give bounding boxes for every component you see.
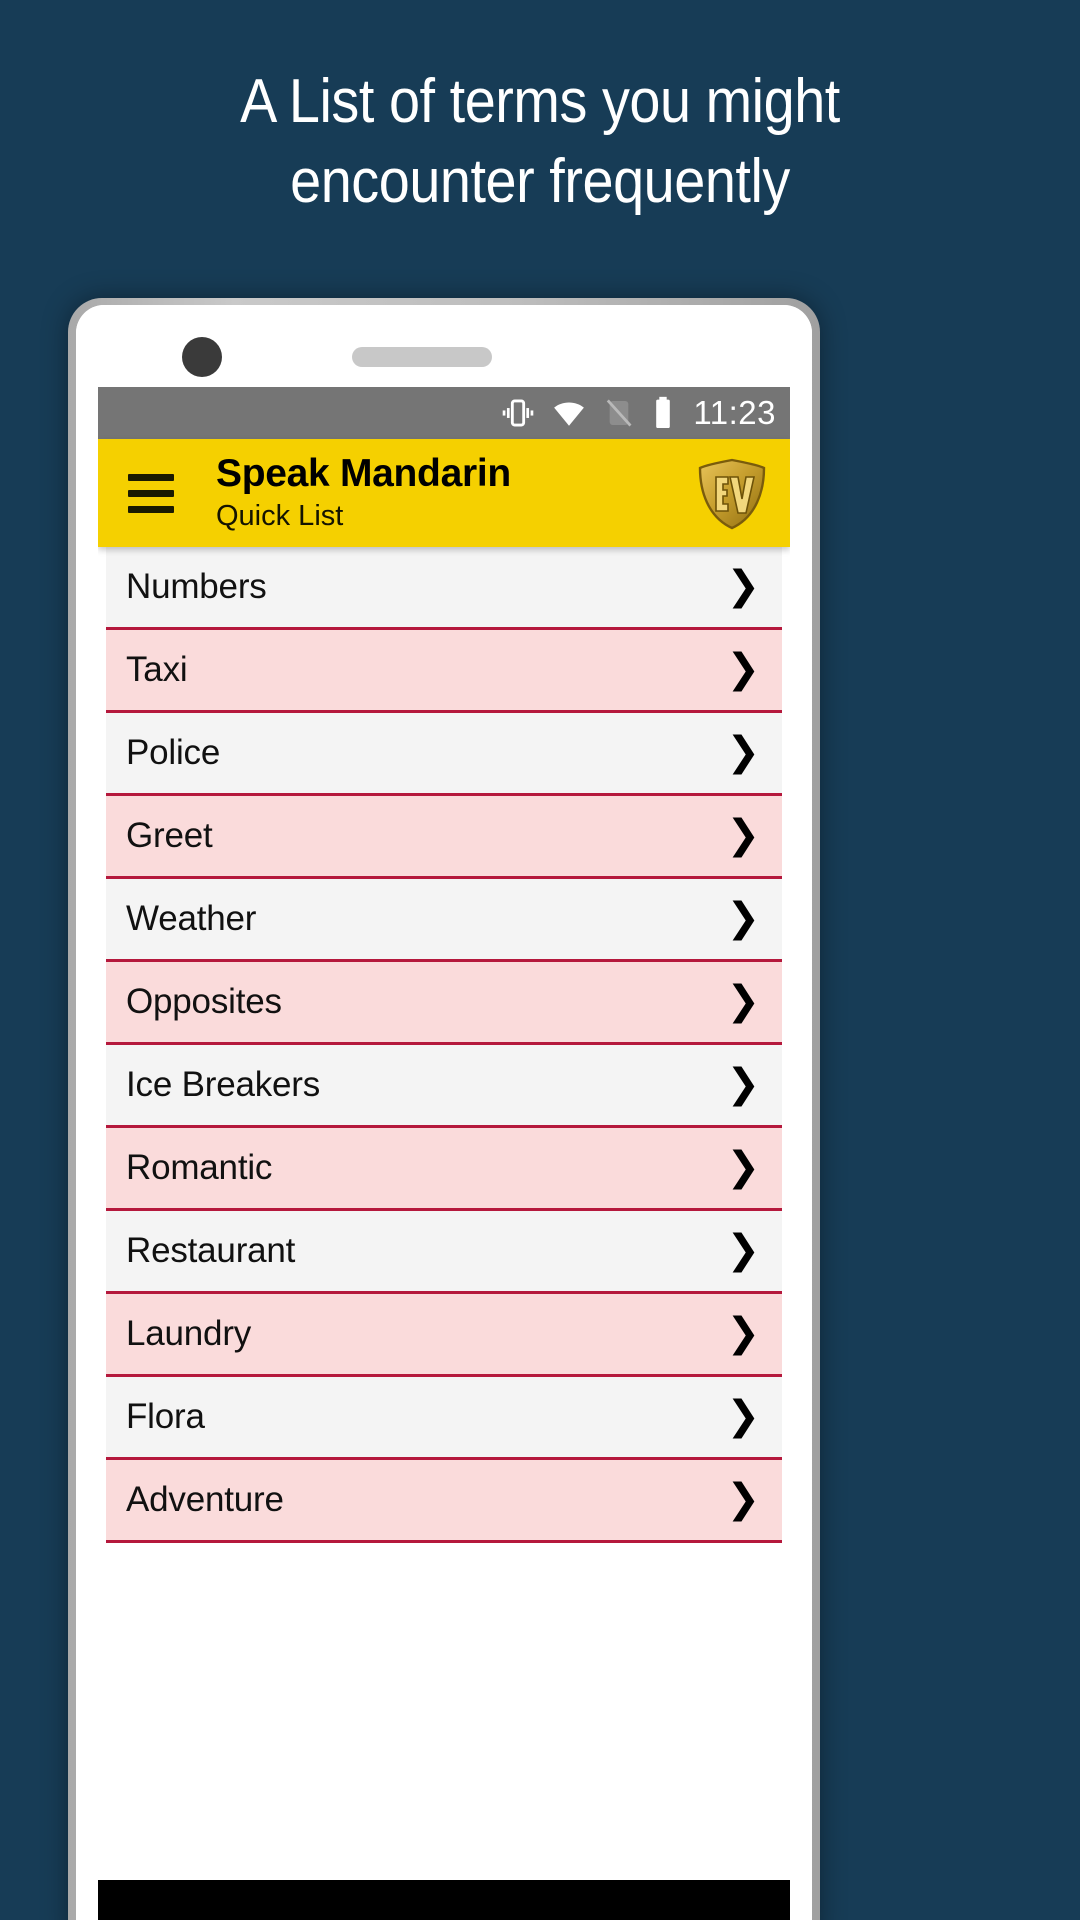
battery-icon [651, 396, 675, 430]
hamburger-menu-icon[interactable] [128, 473, 174, 513]
chevron-right-icon: ❯ [726, 1393, 760, 1440]
phone-screen: 11:23 Speak Mandarin Quick List Numbers … [98, 387, 790, 1920]
quick-list[interactable]: Numbers ❯ Taxi ❯ Police ❯ Greet ❯ Weather ❯ Opposi… [98, 547, 790, 1880]
speaker-grille-icon [352, 347, 492, 367]
chevron-right-icon: ❯ [726, 978, 760, 1025]
list-item-label: Romantic [126, 1148, 273, 1187]
promo-headline: A List of terms you might encounter freq… [54, 62, 1026, 222]
list-item[interactable]: Weather ❯ [106, 879, 782, 962]
list-item-label: Restaurant [126, 1231, 296, 1270]
list-item[interactable]: Taxi ❯ [106, 630, 782, 713]
list-item-label: Laundry [126, 1314, 252, 1353]
list-item[interactable]: Opposites ❯ [106, 962, 782, 1045]
list-item-label: Opposites [126, 982, 282, 1021]
list-item-label: Weather [126, 899, 257, 938]
list-item[interactable]: Ice Breakers ❯ [106, 1045, 782, 1128]
status-bar-clock: 11:23 [693, 394, 776, 431]
phone-mockup: 11:23 Speak Mandarin Quick List Numbers … [68, 298, 820, 1920]
list-item-label: Taxi [126, 650, 188, 689]
chevron-right-icon: ❯ [726, 895, 760, 942]
wifi-icon [551, 396, 587, 430]
list-item[interactable]: Flora ❯ [106, 1377, 782, 1460]
chevron-right-icon: ❯ [726, 729, 760, 776]
camera-dot-icon [182, 337, 222, 377]
list-item[interactable]: Restaurant ❯ [106, 1211, 782, 1294]
vibrate-icon [501, 396, 535, 430]
app-bar: Speak Mandarin Quick List [98, 439, 790, 547]
list-item-label: Greet [126, 816, 213, 855]
list-item[interactable]: Greet ❯ [106, 796, 782, 879]
list-item-label: Numbers [126, 567, 267, 606]
promo-headline-line-2: encounter frequently [290, 147, 790, 216]
list-item-label: Ice Breakers [126, 1065, 321, 1104]
list-item[interactable]: Numbers ❯ [106, 547, 782, 630]
chevron-right-icon: ❯ [726, 1310, 760, 1357]
android-nav-bar [98, 1880, 790, 1920]
chevron-right-icon: ❯ [726, 1227, 760, 1274]
list-item-label: Adventure [126, 1480, 284, 1519]
status-bar: 11:23 [98, 387, 790, 439]
ev-shield-logo-icon[interactable] [696, 457, 768, 531]
list-item-label: Flora [126, 1397, 205, 1436]
app-title: Speak Mandarin [216, 452, 511, 495]
phone-top-bezel [76, 305, 812, 387]
chevron-right-icon: ❯ [726, 1476, 760, 1523]
list-item[interactable]: Romantic ❯ [106, 1128, 782, 1211]
chevron-right-icon: ❯ [726, 1061, 760, 1108]
chevron-right-icon: ❯ [726, 563, 760, 610]
no-signal-icon [603, 396, 635, 430]
list-item-label: Police [126, 733, 221, 772]
list-item[interactable]: Police ❯ [106, 713, 782, 796]
chevron-right-icon: ❯ [726, 812, 760, 859]
app-bar-titles: Speak Mandarin Quick List [216, 452, 511, 534]
list-item[interactable]: Laundry ❯ [106, 1294, 782, 1377]
chevron-right-icon: ❯ [726, 1144, 760, 1191]
app-subtitle: Quick List [216, 500, 344, 532]
chevron-right-icon: ❯ [726, 646, 760, 693]
phone-bezel: 11:23 Speak Mandarin Quick List Numbers … [76, 305, 812, 1920]
promo-headline-line-1: A List of terms you might [240, 67, 840, 136]
list-item[interactable]: Adventure ❯ [106, 1460, 782, 1543]
